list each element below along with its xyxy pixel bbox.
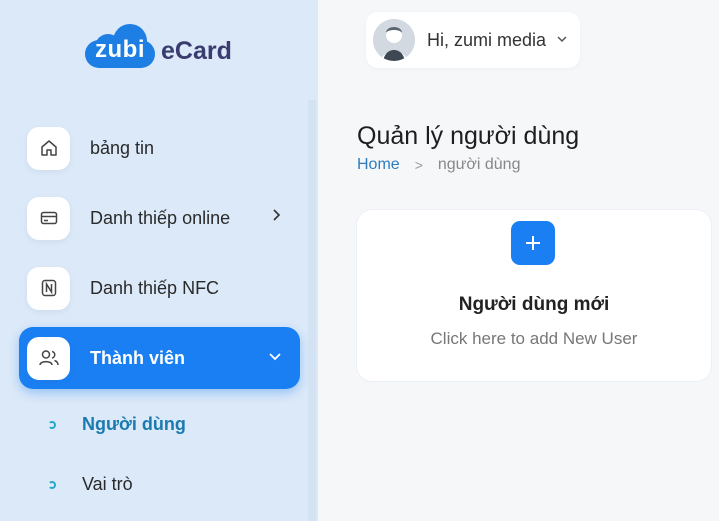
add-user-card[interactable]: Người dùng mới Click here to add New Use… — [356, 209, 712, 382]
user-greeting: Hi, zumi media — [427, 29, 547, 50]
sidebar-item-label: Danh thiếp NFC — [90, 277, 220, 298]
card-icon — [27, 196, 70, 240]
plus-icon — [526, 236, 540, 250]
nfc-icon — [27, 266, 70, 310]
logo-text: eCard — [161, 36, 232, 65]
user-menu[interactable]: Hi, zumi media — [366, 12, 580, 68]
breadcrumb-separator: > — [414, 157, 423, 173]
home-icon — [27, 126, 70, 170]
brand-logo[interactable]: zubi eCard — [85, 24, 232, 70]
bullet-icon — [48, 480, 56, 489]
sidebar: zubi eCard bảng tin Danh thiếp online Da… — [0, 0, 318, 521]
sidebar-item-label: bảng tin — [90, 137, 155, 158]
sidebar-subitem-label: Vai trò — [82, 474, 133, 494]
chevron-down-icon — [268, 350, 282, 368]
breadcrumb-current: người dùng — [437, 156, 521, 173]
add-user-button[interactable] — [511, 221, 555, 265]
page-title: Quản lý người dùng — [357, 122, 580, 150]
sidebar-item-dashboard[interactable]: bảng tin — [19, 117, 300, 179]
sidebar-item-members[interactable]: Thành viên — [19, 327, 300, 389]
sidebar-subitem-label: Người dùng — [82, 414, 186, 434]
avatar — [373, 19, 415, 61]
sidebar-item-nfc-card[interactable]: Danh thiếp NFC — [19, 257, 300, 319]
breadcrumb: Home > người dùng — [357, 156, 520, 174]
add-user-title: Người dùng mới — [458, 294, 610, 315]
sidebar-item-label: Danh thiếp online — [90, 207, 231, 228]
add-user-subtitle: Click here to add New User — [430, 329, 638, 348]
sidebar-scrollbar[interactable] — [308, 100, 316, 521]
breadcrumb-home-link[interactable]: Home — [357, 156, 400, 174]
logo-cloud-icon: zubi — [85, 24, 155, 70]
bullet-icon — [48, 420, 56, 429]
chevron-down-icon — [556, 31, 568, 49]
sidebar-item-online-card[interactable]: Danh thiếp online — [19, 187, 300, 249]
users-icon — [27, 336, 70, 380]
sidebar-item-label: Thành viên — [90, 347, 186, 368]
sidebar-subitem-users[interactable]: Người dùng — [48, 414, 186, 435]
sidebar-subitem-roles[interactable]: Vai trò — [48, 474, 133, 495]
chevron-right-icon — [270, 208, 282, 227]
logo-mark: zubi — [95, 36, 145, 63]
